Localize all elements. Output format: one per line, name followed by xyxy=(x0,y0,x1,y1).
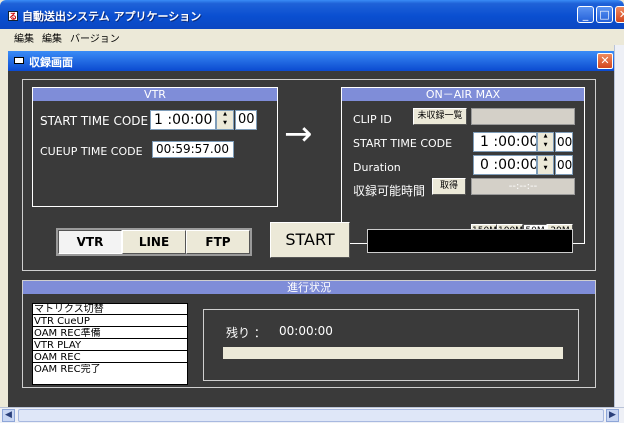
scroll-left-icon[interactable]: ◀ xyxy=(2,409,15,422)
start-button[interactable]: START xyxy=(270,222,350,258)
window-title: 自動送出システム アプリケーション xyxy=(22,10,202,23)
tab-line[interactable]: LINE xyxy=(122,230,186,254)
list-item: OAM REC xyxy=(33,352,187,363)
child-window-icon xyxy=(14,57,24,64)
duration-frames[interactable]: 00 xyxy=(555,155,573,175)
menu-edit-1[interactable]: 編集 xyxy=(14,30,34,45)
child-title-bar[interactable] xyxy=(8,51,614,71)
child-title: 収録画面 xyxy=(29,56,73,69)
app-icon[interactable]: る xyxy=(8,11,18,21)
onair-group-header: ON－AIR MAX xyxy=(342,88,584,101)
vtr-start-spinner[interactable]: ▲ ▼ xyxy=(216,110,234,130)
vtr-cueup-field[interactable]: 00:59:57.00 xyxy=(152,141,234,158)
duration-field[interactable]: 0 :00:00 xyxy=(473,155,537,175)
remaining-label: 残り ： xyxy=(226,326,266,340)
onair-start-label: START TIME CODE xyxy=(353,137,453,150)
onair-start-frames[interactable]: 00 xyxy=(555,132,573,152)
tab-vtr[interactable]: VTR xyxy=(58,230,122,254)
list-item: OAM REC準備 xyxy=(33,328,187,339)
menu-version[interactable]: バージョン xyxy=(70,30,120,45)
duration-label: Duration xyxy=(353,161,401,174)
vtr-start-field[interactable]: 1 :00:00 xyxy=(150,110,216,130)
vtr-start-frames[interactable]: 00 xyxy=(235,110,257,130)
list-item: マトリクス切替 xyxy=(33,304,187,315)
vtr-start-label: START TIME CODE xyxy=(40,114,149,128)
capacity-fetch-button[interactable]: 取得 xyxy=(432,178,466,195)
vtr-cueup-label: CUEUP TIME CODE xyxy=(40,145,143,158)
onair-start-field[interactable]: 1 :00:00 xyxy=(473,132,537,152)
vertical-scrollbar[interactable] xyxy=(614,45,624,407)
progress-header: 進行状況 xyxy=(23,281,595,294)
maximize-button[interactable]: □ xyxy=(596,6,613,23)
minimize-button[interactable]: _ xyxy=(577,6,594,23)
capacity-value: --:--:-- xyxy=(471,178,575,195)
capacity-label: 収録可能時間 xyxy=(353,184,426,198)
progress-bar xyxy=(223,347,563,359)
list-item: VTR PLAY xyxy=(33,340,187,351)
unrecorded-list-button[interactable]: 未収録一覧 xyxy=(413,108,467,125)
duration-spinner[interactable]: ▲ ▼ xyxy=(537,155,554,175)
menu-edit-2[interactable]: 編集 xyxy=(42,30,62,45)
list-item: OAM REC完了 xyxy=(34,364,101,375)
remaining-group xyxy=(203,309,579,381)
tab-ftp[interactable]: FTP xyxy=(186,230,250,254)
scroll-right-icon[interactable]: ▶ xyxy=(606,409,619,422)
scroll-thumb[interactable] xyxy=(18,409,604,422)
clip-id-label: CLIP ID xyxy=(353,113,392,126)
remaining-time: 00:00:00 xyxy=(279,324,333,338)
progress-step-list: マトリクス切替 VTR CueUP OAM REC準備 VTR PLAY OAM… xyxy=(32,303,188,385)
vtr-group-header: VTR xyxy=(33,88,277,101)
child-close-button[interactable]: ✕ xyxy=(597,53,613,69)
status-display xyxy=(367,229,573,253)
clip-id-field[interactable] xyxy=(471,108,575,125)
onair-start-spinner[interactable]: ▲ ▼ xyxy=(537,132,554,152)
close-button[interactable]: ✕ xyxy=(615,6,624,23)
list-item: VTR CueUP xyxy=(33,316,187,327)
arrow-right-icon: → xyxy=(284,114,313,154)
